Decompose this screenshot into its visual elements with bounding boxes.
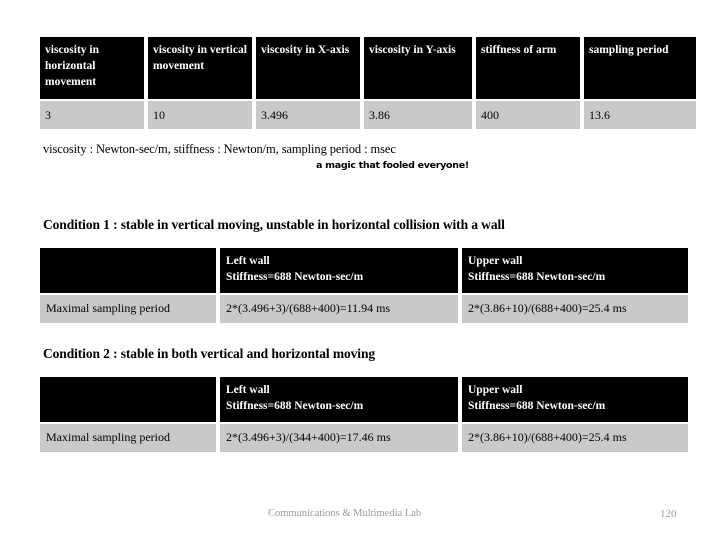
upper-wall-title: Upper wall (468, 255, 523, 267)
upper-wall-stiffness: Stiffness=688 Newton-sec/m (468, 271, 606, 284)
corner-header-cell (40, 377, 216, 422)
column-header-sampling-period: sampling period (584, 37, 696, 99)
column-header-left-wall: Left wall Stiffness=688 Newton-sec/m (220, 377, 458, 422)
cell-stiffness-of-arm: 400 (476, 101, 580, 129)
corner-header-cell (40, 248, 216, 293)
column-header-stiffness-of-arm: stiffness of arm (476, 37, 580, 99)
table-header-row: viscosity in horizontal movement viscosi… (40, 37, 696, 99)
cell-viscosity-y-axis: 3.86 (364, 101, 472, 129)
upper-wall-stiffness: Stiffness=688 Newton-sec/m (468, 400, 606, 413)
left-wall-title: Left wall (226, 255, 270, 267)
footer-lab-name: Communications & Multimedia Lab (268, 508, 422, 519)
left-wall-title: Left wall (226, 384, 270, 396)
column-header-upper-wall: Upper wall Stiffness=688 Newton-sec/m (462, 248, 688, 293)
condition-2-heading: Condition 2 : stable in both vertical an… (43, 346, 376, 361)
column-header-left-wall: Left wall Stiffness=688 Newton-sec/m (220, 248, 458, 293)
table-row: 3 10 3.496 3.86 400 13.6 (40, 101, 696, 129)
column-header-viscosity-y-axis: viscosity in Y-axis (364, 37, 472, 99)
parameter-table: viscosity in horizontal movement viscosi… (36, 35, 700, 131)
cell-viscosity-x-axis: 3.496 (256, 101, 360, 129)
cell-upper-wall-sampling-period: 2*(3.86+10)/(688+400)=25.4 ms (462, 423, 688, 452)
column-header-upper-wall: Upper wall Stiffness=688 Newton-sec/m (462, 377, 688, 422)
column-header-viscosity-vertical: viscosity in vertical movement (148, 37, 252, 99)
table-header-row: Left wall Stiffness=688 Newton-sec/m Upp… (40, 377, 688, 422)
footer-page-number: 120 (660, 508, 677, 520)
cell-left-wall-sampling-period: 2*(3.496+3)/(344+400)=17.46 ms (220, 423, 458, 452)
column-header-viscosity-x-axis: viscosity in X-axis (256, 37, 360, 99)
row-label-maximal-sampling-period: Maximal sampling period (40, 423, 216, 452)
table-row: Maximal sampling period 2*(3.496+3)/(344… (40, 423, 688, 452)
magic-annotation: a magic that fooled everyone! (316, 160, 469, 171)
cell-upper-wall-sampling-period: 2*(3.86+10)/(688+400)=25.4 ms (462, 294, 688, 323)
cell-viscosity-horizontal: 3 (40, 101, 144, 129)
cell-sampling-period: 13.6 (584, 101, 696, 129)
condition-1-table: Left wall Stiffness=688 Newton-sec/m Upp… (36, 246, 692, 325)
row-label-maximal-sampling-period: Maximal sampling period (40, 294, 216, 323)
condition-2-table: Left wall Stiffness=688 Newton-sec/m Upp… (36, 375, 692, 454)
left-wall-stiffness: Stiffness=688 Newton-sec/m (226, 400, 364, 413)
left-wall-stiffness: Stiffness=688 Newton-sec/m (226, 271, 364, 284)
slide-canvas: viscosity in horizontal movement viscosi… (0, 0, 720, 540)
cell-left-wall-sampling-period: 2*(3.496+3)/(688+400)=11.94 ms (220, 294, 458, 323)
upper-wall-title: Upper wall (468, 384, 523, 396)
table-header-row: Left wall Stiffness=688 Newton-sec/m Upp… (40, 248, 688, 293)
units-note: viscosity : Newton-sec/m, stiffness : Ne… (43, 142, 396, 156)
column-header-viscosity-horizontal: viscosity in horizontal movement (40, 37, 144, 99)
cell-viscosity-vertical: 10 (148, 101, 252, 129)
table-row: Maximal sampling period 2*(3.496+3)/(688… (40, 294, 688, 323)
condition-1-heading: Condition 1 : stable in vertical moving,… (43, 217, 505, 232)
